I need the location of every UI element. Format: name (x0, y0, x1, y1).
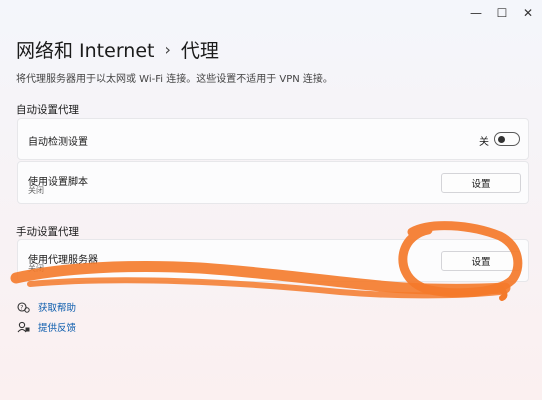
section-title-auto-proxy: 自动设置代理 (16, 104, 79, 116)
page-description: 将代理服务器用于以太网或 Wi-Fi 连接。这些设置不适用于 VPN 连接。 (16, 74, 333, 85)
page-title: 代理 (180, 40, 219, 62)
close-button[interactable]: ✕ (514, 3, 542, 23)
close-icon: ✕ (522, 6, 534, 20)
setup-script-status: 关闭 (28, 186, 44, 195)
toggle-knob (498, 135, 505, 143)
chevron-right-icon: › (164, 40, 171, 59)
setup-script-card: 使用设置脚本 关闭 设置 (17, 161, 529, 204)
svg-text:?: ? (20, 304, 23, 311)
breadcrumb: 网络和 Internet › 代理 (16, 36, 219, 63)
auto-detect-label: 自动检测设置 (28, 137, 88, 148)
maximize-icon: ☐ (496, 6, 508, 20)
section-title-manual-proxy: 手动设置代理 (16, 226, 79, 238)
get-help-label: 获取帮助 (38, 303, 77, 314)
setup-script-settings-button[interactable]: 设置 (441, 173, 521, 193)
breadcrumb-network-internet[interactable]: 网络和 Internet (16, 36, 154, 63)
proxy-server-settings-label: 设置 (471, 257, 491, 268)
setup-script-settings-label: 设置 (471, 179, 491, 190)
give-feedback-link[interactable]: 提供反馈 (16, 320, 76, 334)
title-bar: — ☐ ✕ (0, 0, 542, 28)
give-feedback-label: 提供反馈 (38, 323, 77, 334)
feedback-icon (16, 320, 30, 334)
maximize-button[interactable]: ☐ (488, 3, 516, 23)
help-icon: ? (16, 300, 30, 314)
auto-detect-toggle[interactable] (494, 132, 520, 146)
auto-detect-card: 自动检测设置 关 (17, 118, 529, 160)
minimize-icon: — (470, 6, 482, 20)
proxy-server-card: 使用代理服务器 关闭 设置 (17, 239, 529, 282)
auto-detect-state: 关 (479, 137, 489, 148)
minimize-button[interactable]: — (462, 3, 490, 23)
proxy-server-status: 关闭 (28, 264, 44, 273)
get-help-link[interactable]: ? 获取帮助 (16, 300, 76, 314)
proxy-server-settings-button[interactable]: 设置 (441, 251, 521, 271)
